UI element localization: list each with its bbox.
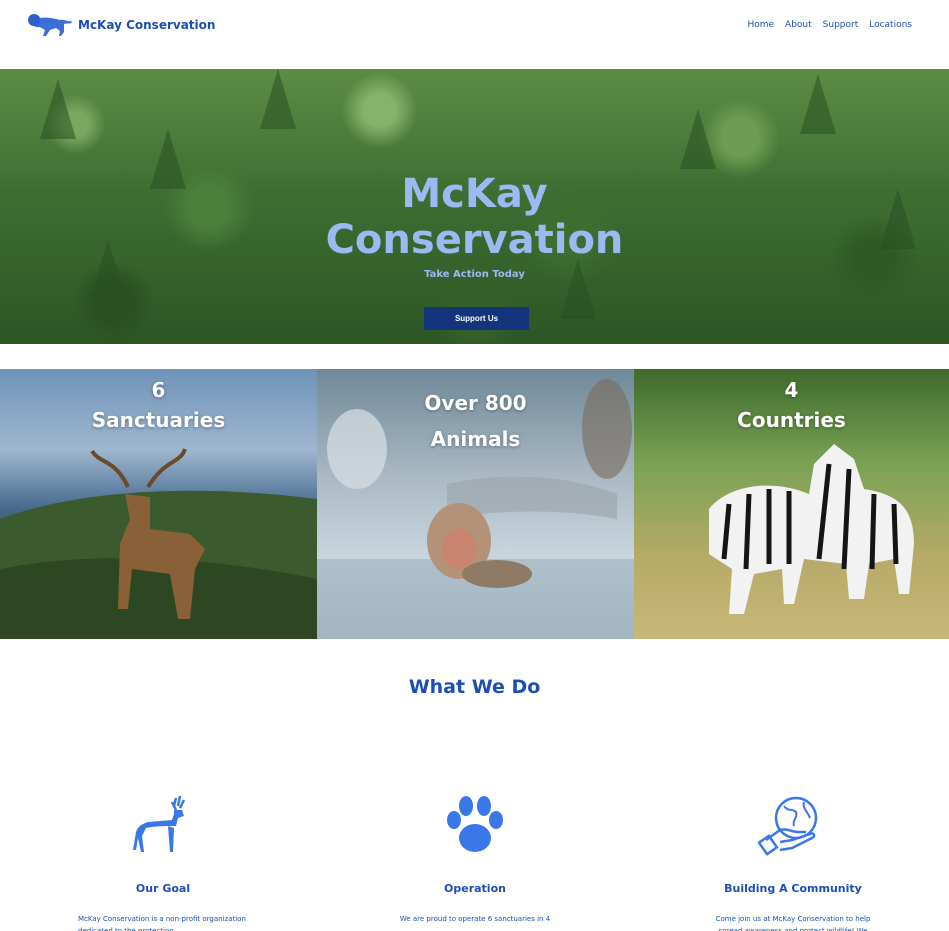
tree-shape [800,74,836,134]
site-header: McKay Conservation Home About Support Lo… [0,0,949,69]
deer-icon [133,795,186,852]
nav-locations[interactable]: Locations [869,20,912,30]
tree-shape [560,259,596,319]
hero-title-line2: Conservation [325,217,624,263]
stat-number: Over 800 [424,391,527,415]
stat-number: 4 [784,378,799,402]
globe-hand-icon [758,796,818,856]
hero-title-line1: McKay [401,171,548,217]
stat-text: Over 800 Animals [317,385,634,457]
brand-name: McKay Conservation [78,18,216,32]
stat-card-animals: Over 800 Animals [317,369,634,639]
stat-label: Countries [737,408,846,432]
column-title: Our Goal [135,882,191,895]
section-title: What We Do [408,676,541,698]
paw-icon [447,796,503,852]
column-text: Come join us at McKay Conservation to he… [715,915,871,931]
operation-column: Operation We are proud to operate 6 sanc… [350,790,600,931]
column-title: Building A Community [724,882,862,895]
hero-subtitle: Take Action Today [424,269,525,280]
support-us-button[interactable]: Support Us [424,307,529,330]
logo[interactable]: McKay Conservation [24,10,215,40]
nav-support[interactable]: Support [823,20,859,30]
tree-shape [260,69,296,129]
nav-about[interactable]: About [785,20,812,30]
stat-text: 4 Countries [634,375,949,435]
hero-banner: McKay Conservation Take Action Today Sup… [0,69,949,344]
community-column: Building A Community Come join us at McK… [668,790,918,931]
stat-card-countries: 4 Countries [634,369,949,639]
tree-shape [40,79,76,139]
tree-shape [680,109,716,169]
column-text: McKay Conservation is a non-profit organ… [78,915,246,931]
main-nav: Home About Support Locations [747,20,912,30]
lion-icon [28,14,72,36]
stat-text: 6 Sanctuaries [0,375,317,435]
stat-number: 6 [151,378,166,402]
column-title: Operation [444,882,506,895]
nav-home[interactable]: Home [747,20,774,30]
goal-column: Our Goal McKay Conservation is a non-pro… [38,790,288,931]
stat-label: Animals [430,427,521,451]
stat-card-sanctuaries: 6 Sanctuaries [0,369,317,639]
column-text: We are proud to operate 6 sanctuaries in… [399,915,551,923]
hero-title: McKay Conservation [0,171,949,263]
stat-label: Sanctuaries [91,408,226,432]
